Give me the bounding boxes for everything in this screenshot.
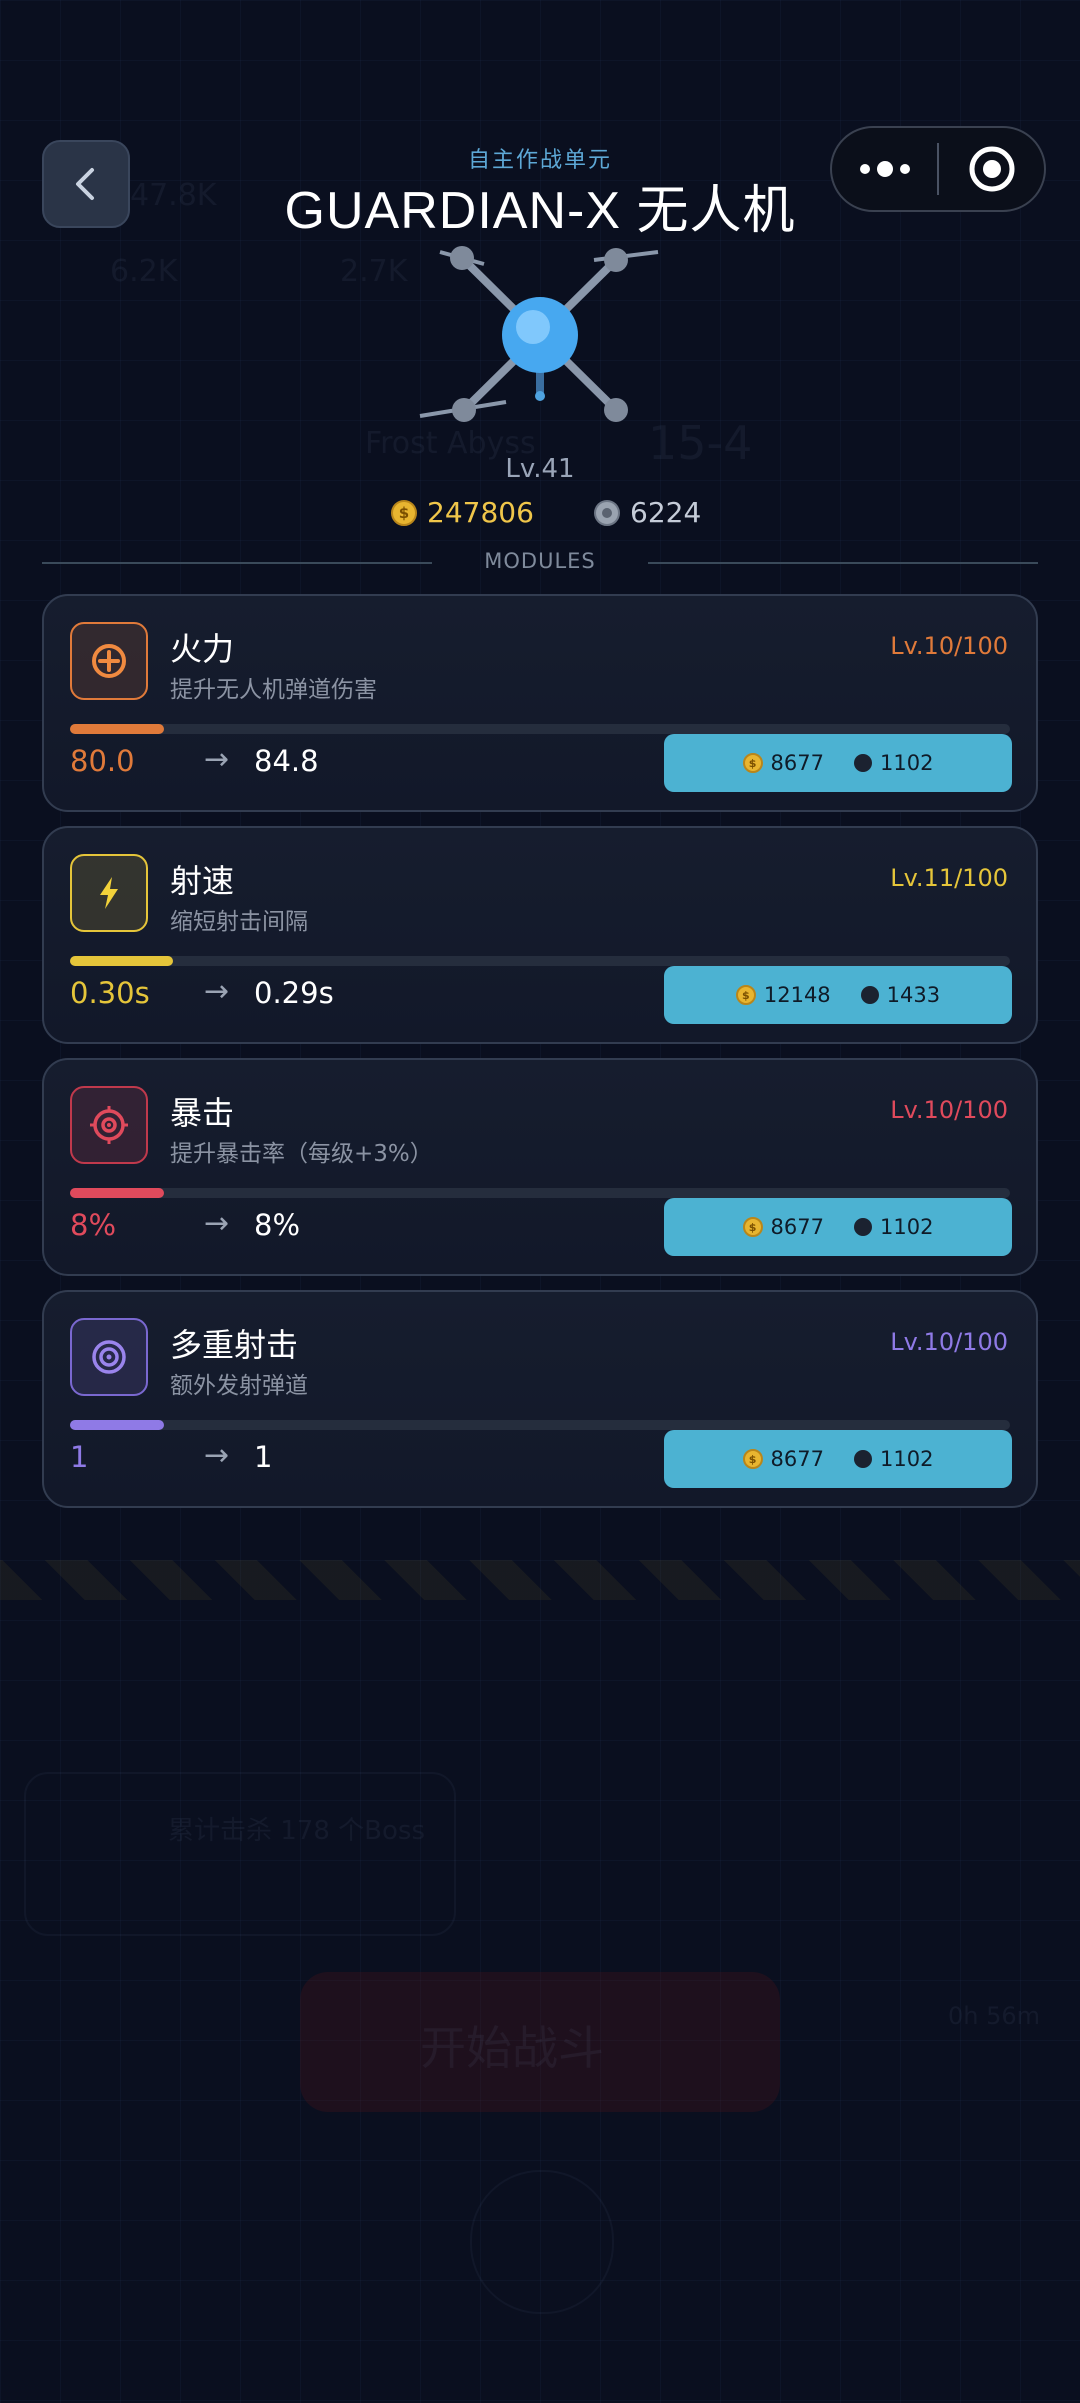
next-value: 0.29s bbox=[254, 976, 334, 1010]
module-name: 射速 bbox=[170, 862, 235, 900]
gem-icon bbox=[854, 1218, 872, 1236]
current-value: 1 bbox=[70, 1440, 89, 1474]
module-progress-track bbox=[70, 1420, 1010, 1430]
upgrade-coin-cost: 8677 bbox=[770, 751, 824, 775]
upgrade-coin-cost: 8677 bbox=[770, 1215, 824, 1239]
gem-icon bbox=[860, 986, 879, 1004]
gem-icon bbox=[854, 1450, 872, 1468]
coin-icon: $ bbox=[391, 499, 417, 526]
module-level: Lv.10/100 bbox=[890, 1096, 1008, 1124]
module-icon-box bbox=[70, 854, 148, 932]
module-level: Lv.10/100 bbox=[890, 632, 1008, 660]
module-progress-track bbox=[70, 956, 1010, 966]
ghost-hazard-stripe bbox=[0, 1560, 1080, 1600]
gem-balance: 6224 bbox=[594, 496, 701, 529]
module-icon-box bbox=[70, 622, 148, 700]
current-value: 8% bbox=[70, 1208, 117, 1242]
next-value: 8% bbox=[254, 1208, 301, 1242]
module-progress-fill bbox=[70, 956, 174, 966]
upgrade-button[interactable]: $ 8677 1102 bbox=[664, 734, 1012, 792]
module-icon-box bbox=[70, 1318, 148, 1396]
ghost-start-label: 开始战斗 bbox=[420, 2021, 604, 2075]
crosshair-plus-icon bbox=[92, 644, 126, 678]
module-card-firepower: 火力 提升无人机弹道伤害 Lv.10/100 80.0 → 84.8 $ 867… bbox=[42, 594, 1038, 812]
module-description: 提升暴击率（每级+3%） bbox=[170, 1141, 433, 1167]
module-description: 提升无人机弹道伤害 bbox=[170, 677, 377, 703]
ghost-quest-text: 累计击杀 178 个Boss bbox=[168, 1816, 425, 1846]
module-progress-fill bbox=[70, 724, 164, 734]
rings-icon bbox=[92, 1340, 126, 1374]
module-description: 缩短射击间隔 bbox=[170, 909, 308, 935]
module-name: 火力 bbox=[170, 630, 235, 668]
module-progress-track bbox=[70, 724, 1010, 734]
coin-icon: $ bbox=[735, 985, 756, 1005]
coin-amount: 247806 bbox=[427, 496, 534, 529]
target-icon bbox=[90, 1106, 128, 1144]
upgrade-gem-cost: 1102 bbox=[880, 1447, 934, 1471]
arrow-right-icon: → bbox=[204, 1438, 230, 1473]
ghost-home-button bbox=[470, 2170, 614, 2314]
upgrade-button[interactable]: $ 12148 1433 bbox=[664, 966, 1012, 1024]
module-level: Lv.10/100 bbox=[890, 1328, 1008, 1356]
ghost-defense-value: 2.7K bbox=[340, 254, 408, 289]
module-level: Lv.11/100 bbox=[890, 864, 1008, 892]
lightning-icon bbox=[100, 877, 118, 909]
upgrade-gem-cost: 1102 bbox=[880, 751, 934, 775]
module-card-multishot: 多重射击 额外发射弹道 Lv.10/100 1 → 1 $ 8677 1102 bbox=[42, 1290, 1038, 1508]
upgrade-button[interactable]: $ 8677 1102 bbox=[664, 1430, 1012, 1488]
module-progress-fill bbox=[70, 1420, 164, 1430]
upgrade-gem-cost: 1433 bbox=[886, 983, 941, 1007]
gem-amount: 6224 bbox=[630, 496, 702, 529]
module-progress-fill bbox=[70, 1188, 164, 1198]
upgrade-coin-cost: 8677 bbox=[770, 1447, 824, 1471]
current-value: 0.30s bbox=[70, 976, 150, 1010]
arrow-right-icon: → bbox=[204, 974, 230, 1009]
next-value: 84.8 bbox=[254, 744, 319, 778]
module-card-fire-rate: 射速 缩短射击间隔 Lv.11/100 0.30s → 0.29s $ 1214… bbox=[42, 826, 1038, 1044]
current-value: 80.0 bbox=[70, 744, 135, 778]
ghost-quest-panel bbox=[24, 1772, 456, 1936]
module-card-critical: 暴击 提升暴击率（每级+3%） Lv.10/100 8% → 8% $ 8677… bbox=[42, 1058, 1038, 1276]
next-value: 1 bbox=[254, 1440, 273, 1474]
coin-balance: $ 247806 bbox=[391, 496, 534, 529]
arrow-right-icon: → bbox=[204, 742, 230, 777]
coin-icon: $ bbox=[742, 1449, 763, 1469]
module-icon-box bbox=[70, 1086, 148, 1164]
arrow-right-icon: → bbox=[204, 1206, 230, 1241]
module-progress-track bbox=[70, 1188, 1010, 1198]
coin-icon: $ bbox=[742, 753, 763, 773]
module-name: 多重射击 bbox=[170, 1326, 299, 1364]
ghost-timer: 0h 56m bbox=[948, 2002, 1041, 2030]
gem-icon bbox=[594, 499, 620, 526]
drone-level: Lv.41 bbox=[505, 454, 575, 484]
upgrade-coin-cost: 12148 bbox=[763, 983, 831, 1007]
coin-icon: $ bbox=[742, 1217, 763, 1237]
drone-illustration bbox=[419, 246, 659, 422]
upgrade-gem-cost: 1102 bbox=[880, 1215, 934, 1239]
section-label: MODULES bbox=[484, 549, 596, 573]
gem-icon bbox=[854, 754, 872, 772]
module-name: 暴击 bbox=[170, 1094, 235, 1132]
ghost-attack-value: 6.2K bbox=[110, 254, 178, 289]
upgrade-button[interactable]: $ 8677 1102 bbox=[664, 1198, 1012, 1256]
module-description: 额外发射弹道 bbox=[170, 1373, 308, 1399]
